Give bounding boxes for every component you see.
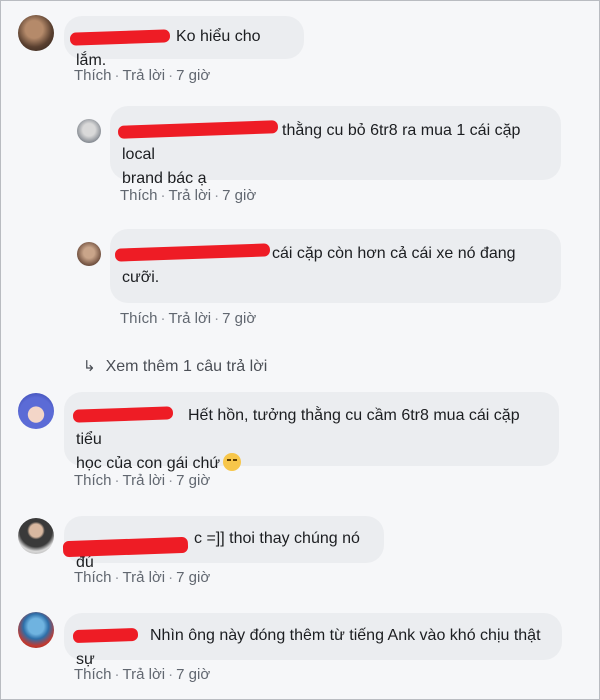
comment-text: cái cặp còn hơn cả cái xe nó đang	[272, 245, 516, 262]
avatar[interactable]	[77, 119, 101, 143]
comment-actions: Thích · Trả lời · 7 giờ	[74, 472, 211, 489]
timestamp[interactable]: 7 giờ	[176, 569, 210, 586]
like-link[interactable]: Thích	[120, 187, 158, 204]
timestamp[interactable]: 7 giờ	[222, 310, 256, 327]
like-link[interactable]: Thích	[74, 67, 112, 84]
like-link[interactable]: Thích	[74, 666, 112, 683]
comment-bubble: thằng cu bỏ 6tr8 ra mua 1 cái cặp local …	[110, 106, 561, 187]
avatar[interactable]	[77, 242, 101, 266]
reply-link[interactable]: Trả lời	[123, 666, 166, 683]
redaction-mark	[72, 627, 139, 644]
reply-link[interactable]: Trả lời	[123, 569, 166, 586]
comment-text: Nhìn ông này đóng thêm từ tiếng Ank vào …	[76, 627, 541, 668]
comment-actions: Thích · Trả lời · 7 giờ	[74, 569, 211, 586]
comment-bubble: Nhìn ông này đóng thêm từ tiếng Ank vào …	[64, 613, 562, 668]
avatar[interactable]	[18, 15, 54, 51]
avatar[interactable]	[18, 518, 54, 554]
comment-actions: Thích · Trả lời · 7 giờ	[74, 67, 211, 84]
comment-bubble: Hết hồn, tưởng thằng cu cầm 6tr8 mua cái…	[64, 392, 559, 472]
reply-link[interactable]: Trả lời	[169, 187, 212, 204]
avatar[interactable]	[18, 612, 54, 648]
comment-text: học của con gái chứ	[76, 455, 221, 472]
comment-thread: Ko hiểu cho lắm. Thích · Trả lời · 7 giờ thằ…	[0, 0, 600, 700]
reply-link[interactable]: Trả lời	[123, 472, 166, 489]
view-more-replies-link[interactable]: ↳ Xem thêm 1 câu trả lời	[83, 357, 267, 376]
comment-actions: Thích · Trả lời · 7 giờ	[120, 310, 257, 327]
timestamp[interactable]: 7 giờ	[222, 187, 256, 204]
like-link[interactable]: Thích	[120, 310, 158, 327]
comment-text: brand bác ạ	[122, 170, 207, 187]
timestamp[interactable]: 7 giờ	[176, 472, 210, 489]
timestamp[interactable]: 7 giờ	[176, 67, 210, 84]
comment-text: cưỡi.	[122, 269, 160, 286]
comment-actions: Thích · Trả lời · 7 giờ	[74, 666, 211, 683]
view-more-label: Xem thêm 1 câu trả lời	[105, 358, 268, 375]
like-link[interactable]: Thích	[74, 569, 112, 586]
timestamp[interactable]: 7 giờ	[176, 666, 210, 683]
crying-emoji-icon	[223, 453, 242, 471]
reply-arrow-icon: ↳	[83, 358, 96, 375]
avatar[interactable]	[18, 393, 54, 429]
like-link[interactable]: Thích	[74, 472, 112, 489]
reply-link[interactable]: Trả lời	[169, 310, 212, 327]
comment-actions: Thích · Trả lời · 7 giờ	[120, 187, 257, 204]
comment-bubble: cái cặp còn hơn cả cái xe nó đang cưỡi.	[110, 229, 561, 303]
reply-link[interactable]: Trả lời	[123, 67, 166, 84]
